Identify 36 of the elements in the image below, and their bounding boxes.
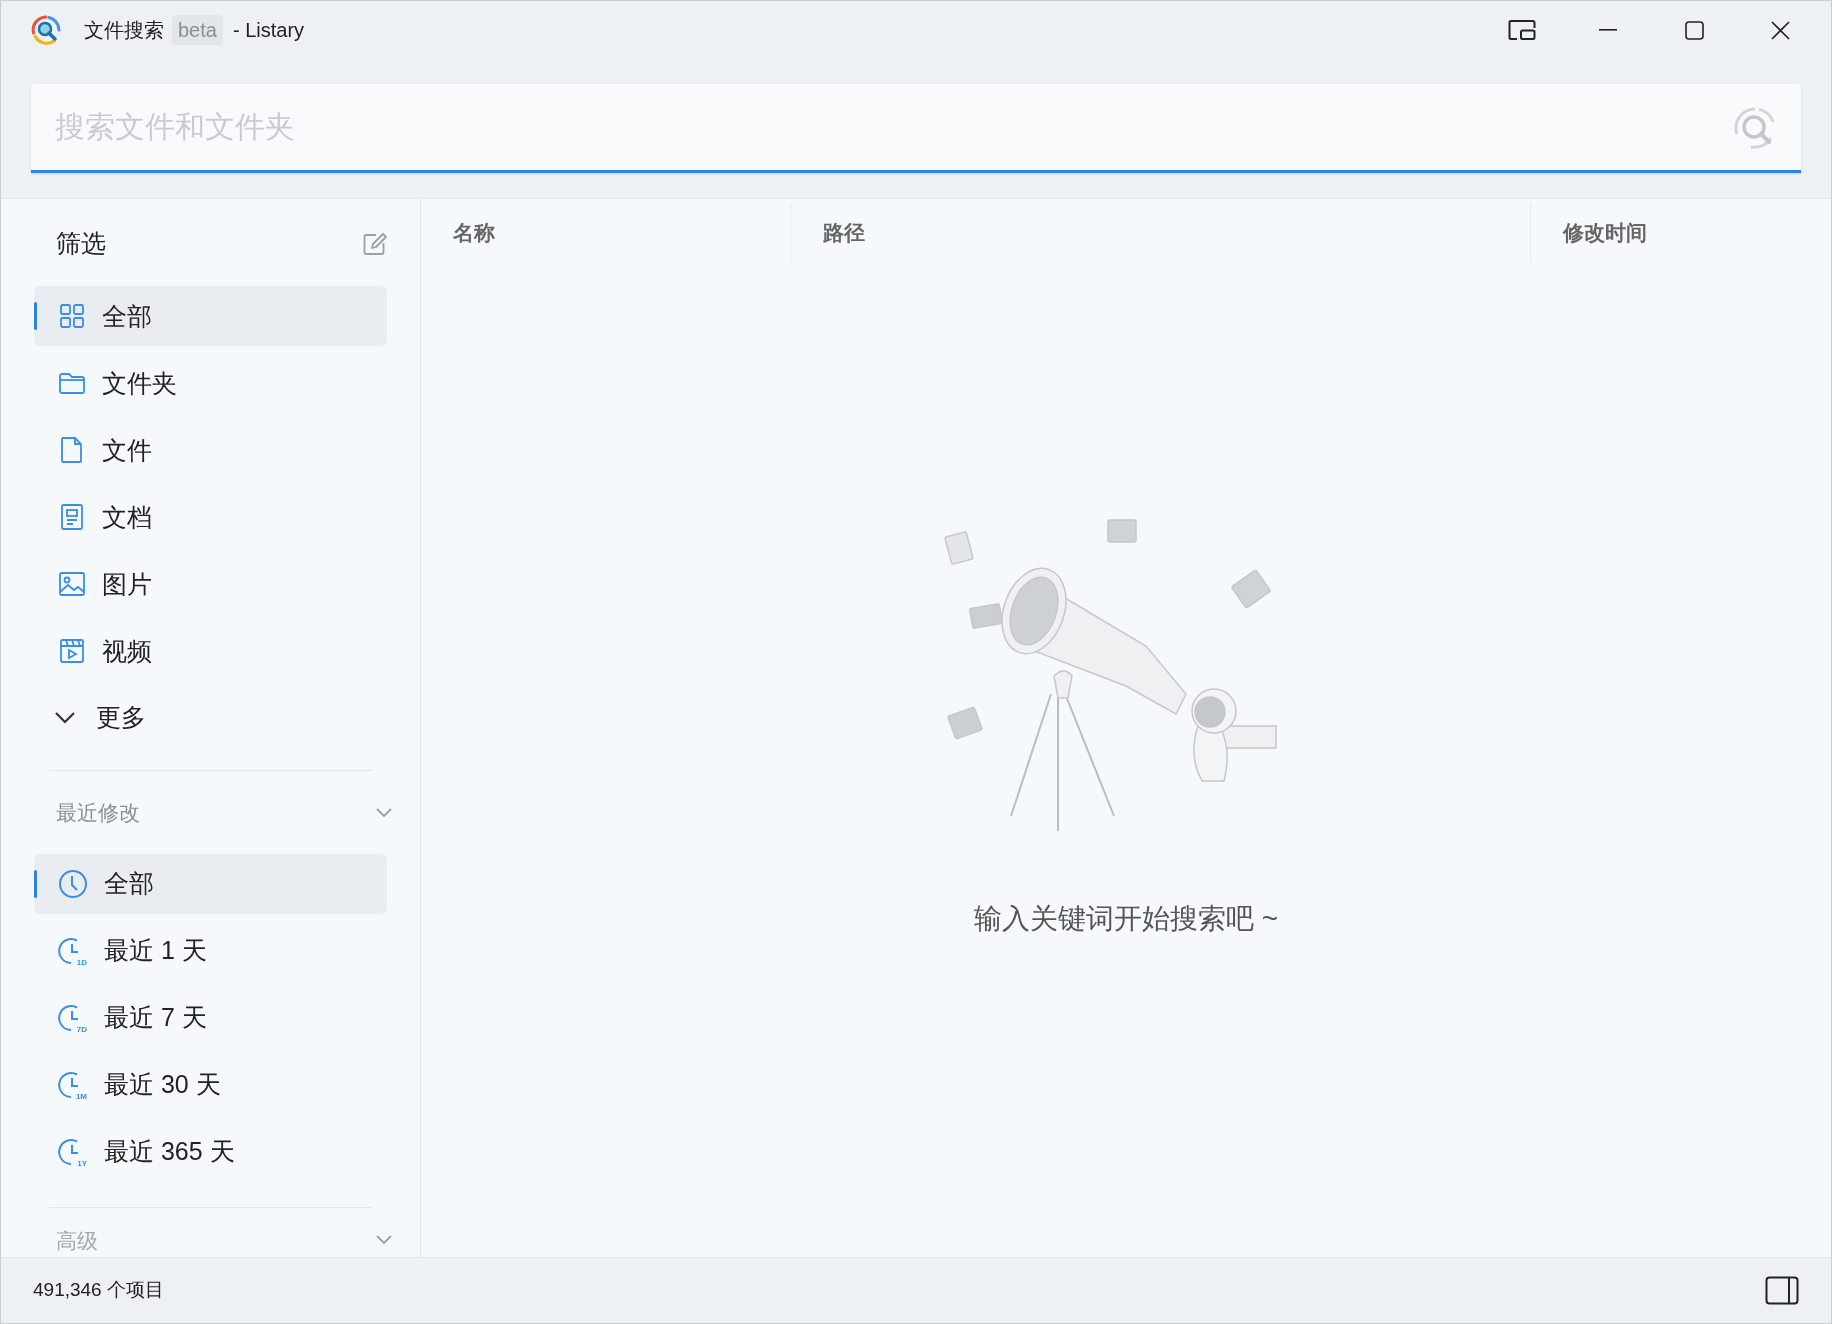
more-toggle[interactable]: 更多 [34, 688, 387, 748]
sidebar-item[interactable]: 文件夹 [34, 353, 387, 414]
sidebar-item[interactable]: 1D 最近 1 天 [34, 920, 387, 981]
grid-icon [58, 302, 86, 331]
chevron-down-icon [54, 710, 76, 725]
close-icon [1770, 20, 1790, 40]
sidebar-item[interactable]: 图片 [34, 554, 387, 615]
sidebar-item[interactable]: 全部 [34, 286, 387, 347]
chevron-down-icon [376, 1235, 392, 1246]
column-header[interactable]: 路径 [823, 216, 865, 249]
sidebar-item[interactable]: 1Y 最近 365 天 [34, 1121, 387, 1182]
app-name: - Listary [232, 18, 305, 43]
column-header[interactable]: 修改时间 [1563, 216, 1647, 249]
sidebar-item[interactable]: 1M 最近 30 天 [34, 1054, 387, 1115]
window-title: 文件搜索 [84, 18, 164, 43]
sidebar-item[interactable]: 文件 [34, 420, 387, 481]
chevron-down-icon [376, 807, 392, 818]
window-layout-icon [1508, 19, 1536, 41]
preview-pane-icon[interactable] [1765, 1275, 1799, 1306]
sidebar-item[interactable]: 7D 最近 7 天 [34, 987, 387, 1048]
sidebar-item[interactable]: 文档 [34, 487, 387, 548]
app-logo-icon [30, 14, 62, 46]
image-icon [58, 570, 86, 599]
video-icon [58, 637, 86, 666]
minimize-icon [1599, 29, 1617, 31]
beta-badge: beta [172, 15, 223, 45]
document-icon [58, 503, 86, 532]
sidebar-item[interactable]: 全部 [34, 853, 387, 914]
column-header[interactable]: 名称 [453, 216, 495, 249]
item-count: 491,346 个项目 [33, 1278, 164, 1303]
maximize-icon [1684, 20, 1704, 40]
clock-icon [58, 868, 88, 899]
empty-state-message: 输入关键词开始搜索吧 ~ [973, 902, 1279, 936]
search-icon [1733, 106, 1777, 150]
section-title: 筛选 [56, 227, 106, 259]
sidebar-item[interactable]: 视频 [34, 621, 387, 682]
